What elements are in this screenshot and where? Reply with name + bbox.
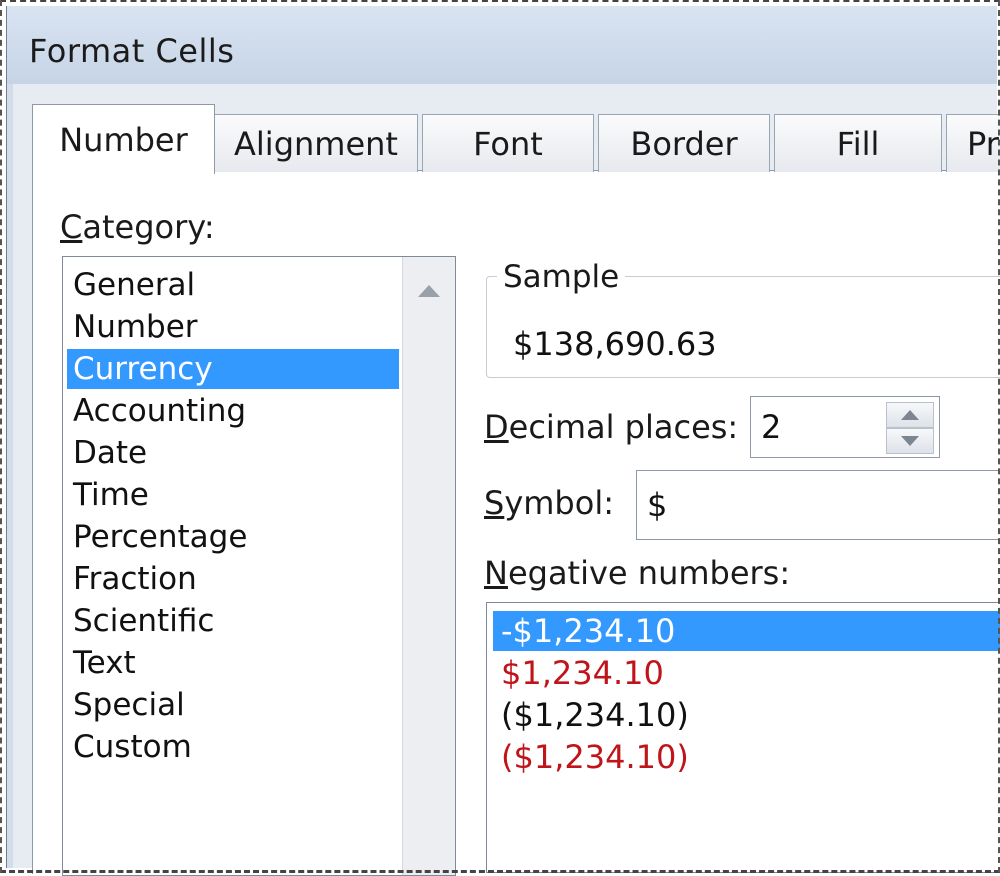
negative-numbers-label: Negative numbers: <box>484 554 790 592</box>
sample-title: Sample <box>497 259 626 295</box>
negative-format-item[interactable]: -$1,234.10 <box>493 611 1000 651</box>
spin-down-icon <box>901 436 919 446</box>
category-item-scientific[interactable]: Scientific <box>67 601 399 641</box>
decimal-places-mnemonic: D <box>484 408 509 446</box>
tab-number[interactable]: Number <box>32 104 215 174</box>
category-item-custom[interactable]: Custom <box>67 727 399 767</box>
tab-fill[interactable]: Fill <box>774 114 942 172</box>
tab-fill-label: Fill <box>836 124 880 163</box>
category-item-number[interactable]: Number <box>67 307 399 347</box>
category-label: Category: <box>60 208 215 246</box>
tab-number-label: Number <box>59 120 188 159</box>
category-item-special[interactable]: Special <box>67 685 399 725</box>
spin-up-button[interactable] <box>886 402 934 428</box>
decimal-places-spinner[interactable] <box>886 400 934 454</box>
tab-border-label: Border <box>630 124 738 163</box>
dialog-title: Format Cells <box>29 32 235 70</box>
tab-alignment[interactable]: Alignment <box>214 114 418 172</box>
negative-format-item[interactable]: ($1,234.10) <box>493 737 1000 777</box>
category-scrollbar[interactable] <box>402 257 455 875</box>
tab-protection-label: Pr <box>967 124 999 163</box>
tab-border[interactable]: Border <box>598 114 770 172</box>
decimal-places-label: Decimal places: <box>484 408 738 446</box>
tab-font-label: Font <box>473 124 543 163</box>
tab-protection[interactable]: Pr <box>946 114 1000 172</box>
category-item-percentage[interactable]: Percentage <box>67 517 399 557</box>
sample-value: $138,690.63 <box>513 325 717 363</box>
category-item-general[interactable]: General <box>67 265 399 305</box>
negative-numbers-listbox[interactable]: -$1,234.10 $1,234.10 ($1,234.10) ($1,234… <box>486 602 1000 873</box>
negative-format-item[interactable]: $1,234.10 <box>493 653 1000 693</box>
category-item-text[interactable]: Text <box>67 643 399 683</box>
category-item-currency[interactable]: Currency <box>67 349 399 389</box>
category-item-time[interactable]: Time <box>67 475 399 515</box>
category-item-date[interactable]: Date <box>67 433 399 473</box>
symbol-text: ymbol: <box>504 484 614 522</box>
decimal-places-text: ecimal places: <box>508 408 739 446</box>
negative-numbers-text: egative numbers: <box>507 554 791 592</box>
spin-down-button[interactable] <box>886 428 934 454</box>
category-item-fraction[interactable]: Fraction <box>67 559 399 599</box>
scroll-up-button[interactable] <box>409 275 449 307</box>
category-label-text: ategory: <box>82 208 215 246</box>
tab-alignment-label: Alignment <box>234 124 398 163</box>
symbol-dropdown[interactable]: $ <box>636 470 1000 540</box>
negative-format-item[interactable]: ($1,234.10) <box>493 695 1000 735</box>
negative-numbers-mnemonic: N <box>484 554 508 592</box>
category-listbox[interactable]: General Number Currency Accounting Date … <box>62 256 456 876</box>
triangle-up-icon <box>418 285 440 297</box>
tab-font[interactable]: Font <box>422 114 594 172</box>
category-item-accounting[interactable]: Accounting <box>67 391 399 431</box>
title-bar[interactable]: Format Cells <box>7 6 997 84</box>
category-label-mnemonic: C <box>60 208 83 246</box>
symbol-label: Symbol: <box>484 484 614 522</box>
spin-up-icon <box>901 410 919 420</box>
sample-group: Sample $138,690.63 <box>486 259 1000 378</box>
symbol-mnemonic: S <box>484 484 505 522</box>
